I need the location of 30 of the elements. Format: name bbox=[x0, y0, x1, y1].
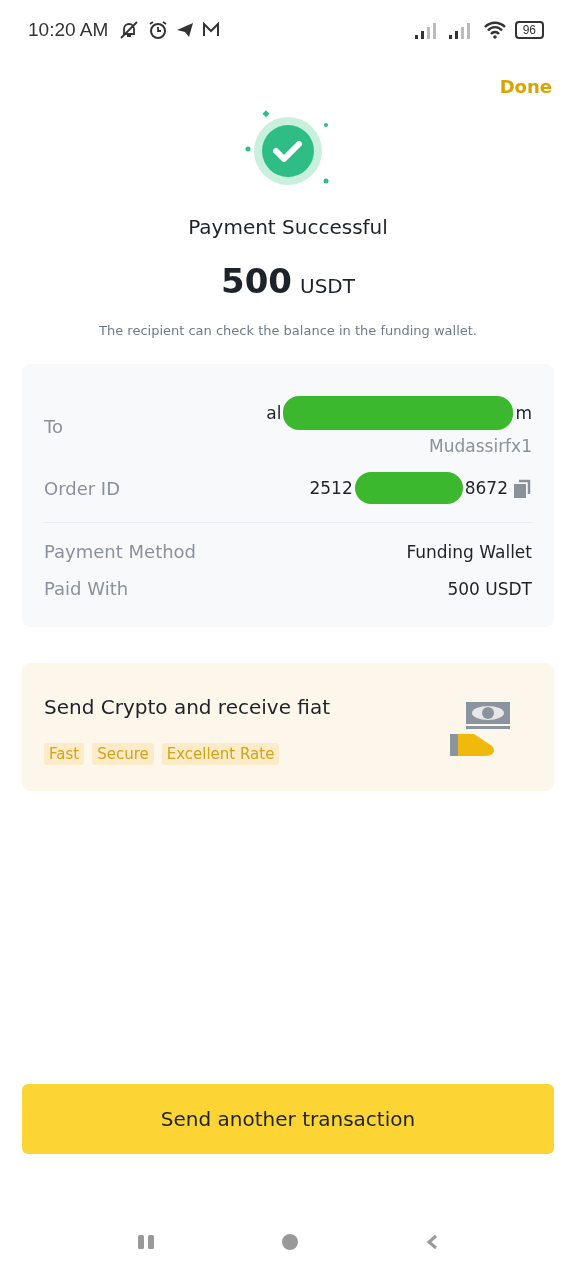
home-icon[interactable] bbox=[282, 1234, 298, 1250]
alarm-icon bbox=[148, 20, 169, 40]
copy-icon[interactable] bbox=[514, 478, 532, 498]
recipient-nickname: Mudassirfx1 bbox=[429, 436, 532, 456]
battery-indicator: 96 bbox=[514, 21, 544, 39]
detail-label: Order ID bbox=[44, 477, 121, 499]
detail-value: m bbox=[515, 403, 532, 423]
detail-value: al bbox=[266, 403, 282, 423]
muted-bell-icon bbox=[118, 20, 141, 40]
result-title: Payment Successful bbox=[188, 215, 388, 239]
currency: USDT bbox=[300, 274, 355, 298]
result-note: The recipient can check the balance in the funding wallet. bbox=[99, 323, 477, 338]
amount: 500 bbox=[221, 261, 292, 301]
detail-value: 2512 bbox=[309, 478, 353, 498]
wifi-icon bbox=[482, 21, 507, 39]
recent-apps-icon[interactable] bbox=[138, 1235, 154, 1249]
promo-title: Send Crypto and receive fiat bbox=[44, 695, 330, 719]
detail-label: Paid With bbox=[44, 578, 129, 599]
promo-card[interactable]: Send Crypto and receive fiat Fast Secure Excellent Rate bbox=[22, 663, 554, 791]
detail-value: Funding Wallet bbox=[406, 541, 532, 562]
feature-tag: Excellent Rate bbox=[161, 743, 280, 765]
detail-label: To bbox=[44, 415, 63, 437]
feature-tag: Secure bbox=[92, 743, 154, 765]
back-icon[interactable] bbox=[426, 1234, 438, 1250]
status-time: 10:20 AM bbox=[28, 19, 109, 41]
detail-label: Payment Method bbox=[44, 541, 197, 562]
feature-tag: Fast bbox=[44, 743, 85, 765]
detail-value: 500 USDT bbox=[447, 578, 532, 599]
send-another-button[interactable]: Send another transaction bbox=[22, 1084, 554, 1154]
detail-value: 8672 bbox=[464, 478, 508, 498]
